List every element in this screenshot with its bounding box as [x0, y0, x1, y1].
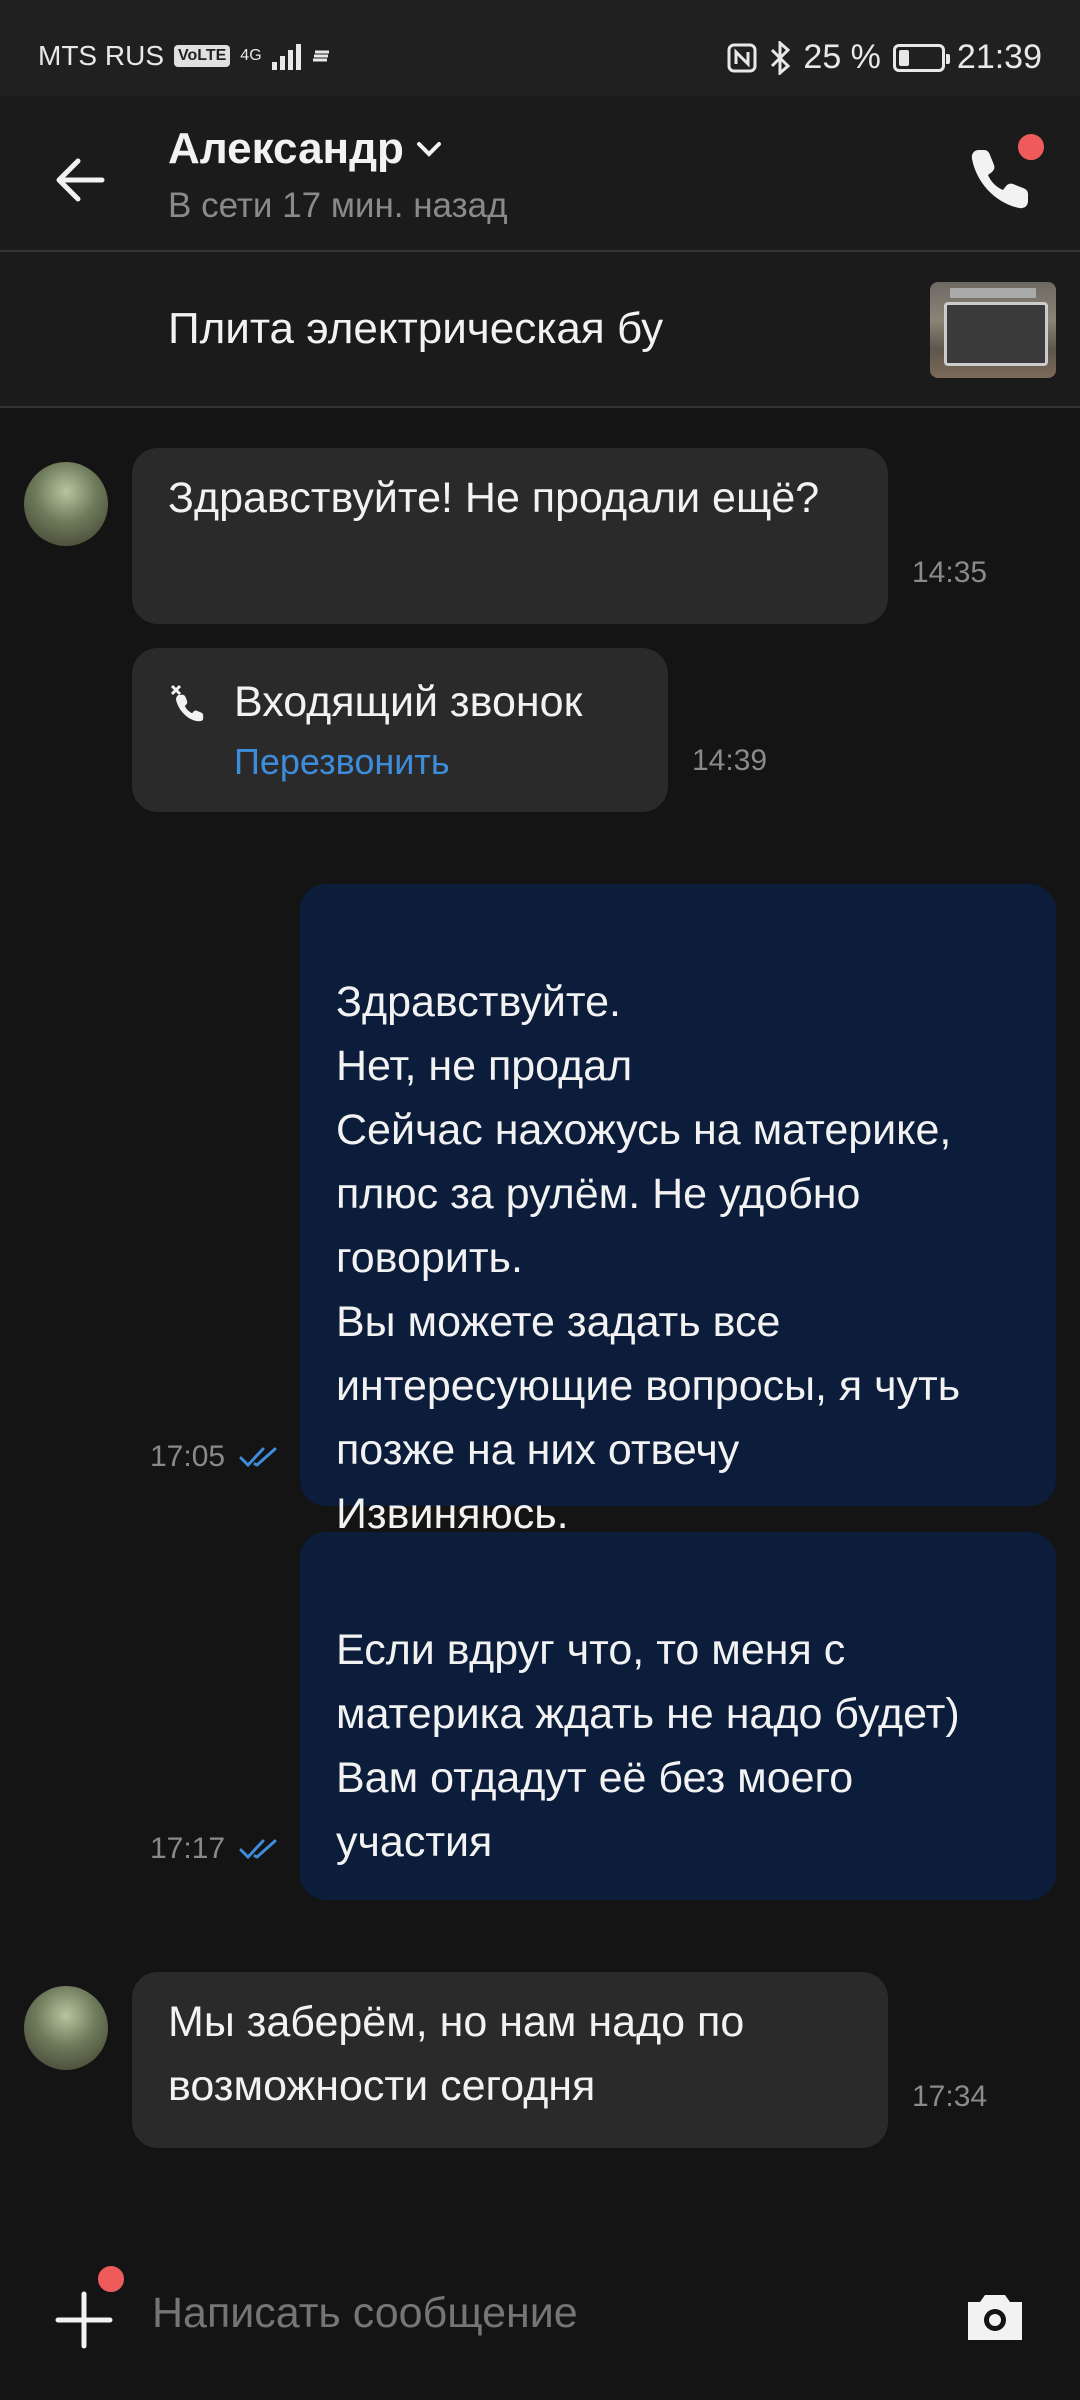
- message-time: 17:17: [150, 1832, 279, 1866]
- clock: 21:39: [956, 38, 1042, 76]
- nfc-icon: [727, 43, 757, 72]
- read-checkmarks-icon: [239, 1447, 277, 1468]
- message-composer: [0, 2240, 1080, 2400]
- notification-dot: [1014, 130, 1048, 164]
- status-bar: MTS RUS VoLTE 4G 25 % 21:39: [0, 0, 1080, 96]
- chat-header: Александр В сети 17 мин. назад: [0, 96, 1080, 252]
- status-right: 25 % 21:39: [727, 38, 1042, 77]
- notification-dot: [94, 2262, 128, 2296]
- message-text: Мы заберём, но нам надо по возможности с…: [168, 1998, 745, 2110]
- read-checkmarks-icon: [239, 1839, 277, 1860]
- call-bubble: Входящий звонок Перезвонить: [132, 648, 668, 812]
- message-bubble-outgoing: Здравствуйте. Нет, не продал Сейчас нахо…: [300, 884, 1056, 1538]
- message-time: 17:05: [150, 1440, 279, 1474]
- message-time: 17:34: [912, 2080, 988, 2113]
- volte-badge: VoLTE: [174, 45, 231, 67]
- message-time: 14:35: [912, 556, 988, 589]
- battery-fill: [898, 49, 909, 66]
- back-arrow-icon[interactable]: [52, 152, 108, 208]
- listing-title: Плита электрическая бу: [168, 304, 664, 353]
- message-time: 14:39: [692, 744, 768, 777]
- camera-icon[interactable]: [962, 2284, 1028, 2350]
- avatar[interactable]: [24, 1986, 108, 2070]
- message-bubble-incoming: Мы заберём, но нам надо по возможности с…: [132, 1972, 888, 2148]
- message-bubble-outgoing: Если вдруг что, то меня с материка ждать…: [300, 1532, 1056, 1900]
- battery-percent: 25 %: [803, 38, 881, 76]
- chevron-down-icon: [416, 142, 441, 157]
- carrier-label: MTS RUS: [38, 40, 164, 71]
- online-status: В сети 17 мин. назад: [168, 186, 508, 225]
- call-title: Входящий звонок: [234, 678, 583, 726]
- network-type: 4G: [240, 47, 262, 64]
- message-text: Здравствуйте! Не продали ещё?: [168, 474, 820, 522]
- battery-icon: [892, 43, 950, 72]
- call-back-link[interactable]: Перезвонить: [234, 740, 450, 784]
- bluetooth-icon: [771, 40, 791, 75]
- message-text: Если вдруг что, то меня с материка ждать…: [336, 1626, 960, 1866]
- attach-button[interactable]: [52, 2262, 128, 2352]
- status-left: MTS RUS VoLTE 4G: [38, 40, 333, 72]
- plus-icon: [55, 2291, 113, 2349]
- listing-thumbnail: [930, 282, 1056, 378]
- signal-icon: [271, 42, 301, 70]
- listing-banner[interactable]: Плита электрическая бу: [0, 252, 1080, 408]
- message-input[interactable]: [150, 2288, 914, 2339]
- avatar[interactable]: [24, 462, 108, 546]
- contact-name-label: Александр: [168, 124, 404, 173]
- contact-name[interactable]: Александр: [168, 124, 442, 174]
- message-time-label: 17:05: [150, 1440, 226, 1473]
- call-button[interactable]: [966, 130, 1048, 214]
- missed-call-icon: [170, 684, 204, 722]
- message-text: Здравствуйте. Нет, не продал Сейчас нахо…: [336, 978, 961, 1538]
- message-time-label: 17:17: [150, 1832, 226, 1865]
- data-saver-icon: [312, 50, 329, 62]
- message-bubble-incoming: Здравствуйте! Не продали ещё?: [132, 448, 888, 624]
